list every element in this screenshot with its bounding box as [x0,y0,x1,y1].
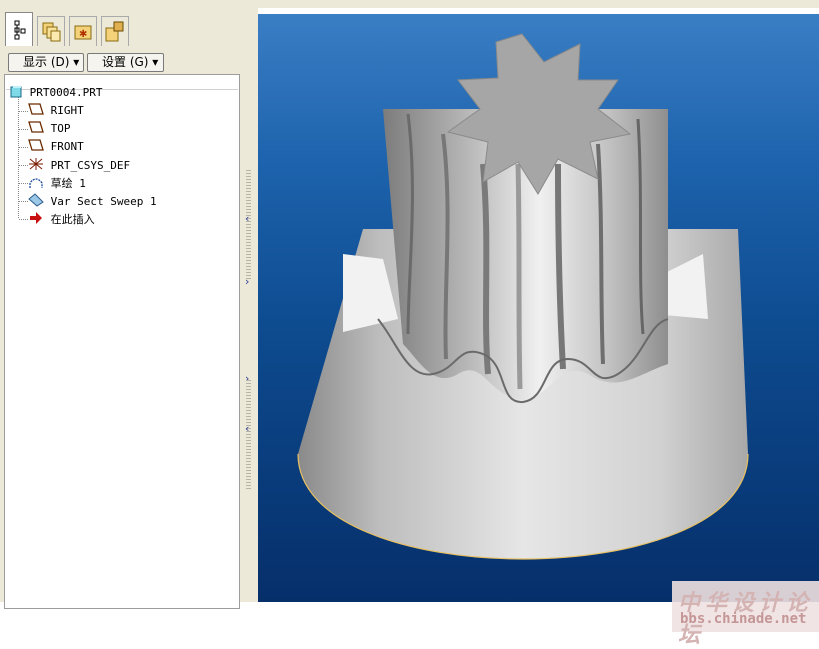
tree-item-root[interactable]: PRT0004.PRT [10,85,102,101]
favorites-icon: ✱ [74,25,92,40]
tab-model-tree[interactable] [5,12,33,46]
expand-right-icon[interactable]: › [245,276,249,287]
display-menu-button[interactable]: 显示 (D) ▾ [8,53,84,72]
tree-item-label: PRT0004.PRT [29,86,103,99]
display-menu-label: 显示 (D) ▾ [23,55,80,69]
insert-here-arrow-icon [30,212,42,224]
tree-item-sketch[interactable]: 草绘 1 [28,175,86,191]
tree-item-label: Var Sect Sweep 1 [50,195,157,208]
splitter-grip[interactable] [246,380,251,490]
model-tree-icon [14,20,26,40]
svg-text:✱: ✱ [79,29,87,40]
tree-item-label: 在此插入 [50,213,95,226]
tree-item-label: PRT_CSYS_DEF [50,159,131,172]
tree-branch [19,165,28,166]
tree-item-label: FRONT [50,140,84,153]
datum-plane-icon [28,139,44,151]
tree-branch [19,219,28,220]
collapse-left-icon[interactable]: ‹ [245,423,249,434]
folder-browser-icon [42,22,61,42]
tree-branch [19,183,28,184]
datum-plane-icon [28,103,44,115]
tree-branch [19,147,28,148]
tree-item-label: 草绘 1 [50,177,86,190]
collapse-left-icon[interactable]: ‹ [245,213,249,224]
tree-connector [18,96,19,218]
tree-item-csys[interactable]: PRT_CSYS_DEF [28,157,130,173]
watermark-url: bbs.chinade.net [680,611,807,627]
settings-menu-button[interactable]: 设置 (G) ▾ [87,53,164,72]
connections-icon [105,21,124,42]
sketch-icon [29,178,43,188]
part-icon [10,86,22,98]
flute-line [480,163,491,375]
tree-item-sweep[interactable]: Var Sect Sweep 1 [28,193,157,209]
top-toolbar-strip [0,0,819,8]
tab-connections[interactable] [101,16,129,46]
tree-item-front[interactable]: FRONT [28,139,84,155]
3d-model-view[interactable] [258,14,819,602]
tree-item-top[interactable]: TOP [28,121,71,137]
tab-folder-browser[interactable] [37,16,65,46]
coordinate-system-icon [29,158,43,170]
tree-item-label: TOP [50,122,71,135]
tree-branch [19,201,28,202]
tree-branch [19,111,28,112]
splitter-grip[interactable] [246,170,251,280]
tree-item-right[interactable]: RIGHT [28,103,84,119]
panel-splitter[interactable]: ‹ › › ‹ [240,8,258,602]
settings-menu-label: 设置 (G) ▾ [102,55,159,69]
tab-favorites[interactable]: ✱ [69,16,97,46]
flute-line [515,163,523,390]
datum-plane-icon [28,121,44,133]
tree-item-insert-here[interactable]: 在此插入 [28,211,95,227]
tree-item-label: RIGHT [50,104,84,117]
graphics-viewport[interactable] [258,14,819,602]
tree-branch [19,129,28,130]
sweep-icon [28,193,44,207]
